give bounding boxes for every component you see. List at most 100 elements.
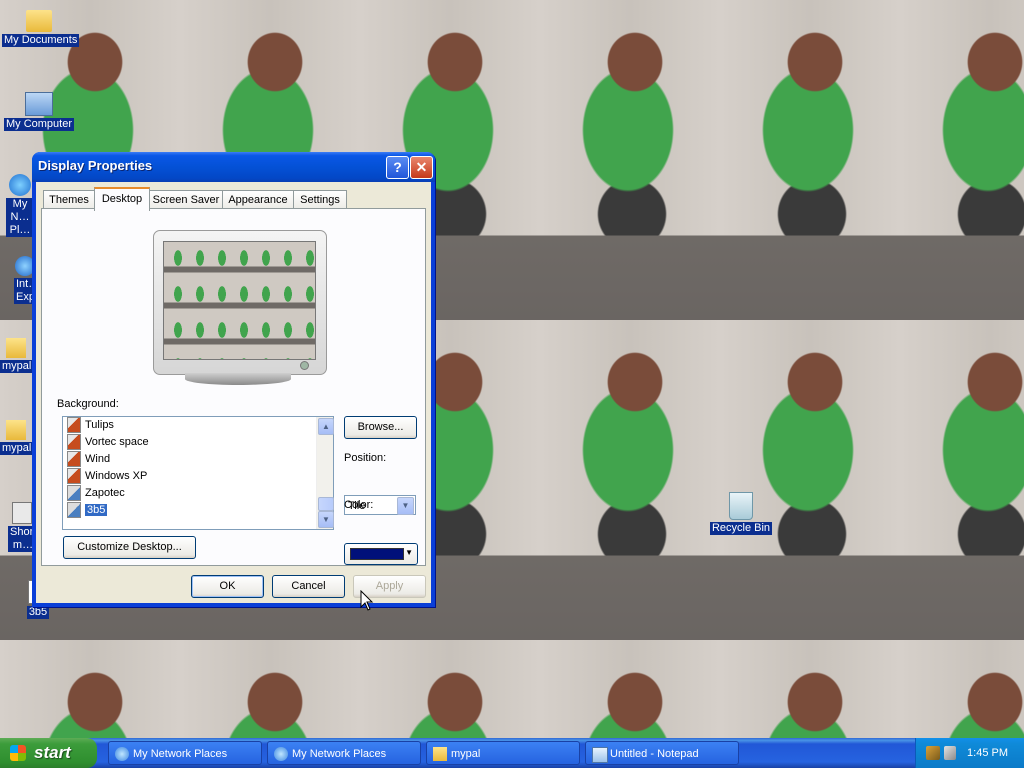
taskbar-item-notepad[interactable]: Untitled - Notepad (585, 741, 739, 765)
button-label: Apply (375, 580, 404, 592)
list-item[interactable]: Zapotec (67, 485, 125, 502)
color-picker-button[interactable]: ▼ (344, 543, 418, 565)
clock[interactable]: 1:45 PM (967, 738, 1008, 768)
desktop-icon-mypal-1[interactable]: mypal… (0, 332, 45, 373)
desktop-icon-label: Recycle Bin (709, 522, 773, 535)
position-label: Position: (344, 452, 387, 464)
folder-icon (26, 10, 52, 32)
browse-button[interactable]: Browse... (344, 416, 417, 439)
power-led-icon (300, 361, 309, 370)
tab-themes[interactable]: Themes (43, 190, 95, 209)
tab-label: Appearance (228, 194, 288, 206)
tab-label: Screen Saver (152, 194, 220, 206)
list-item[interactable]: Wind (67, 451, 110, 468)
list-item[interactable]: Tulips (67, 417, 114, 434)
list-item-label: Vortec space (85, 436, 149, 448)
task-label: My Network Places (292, 748, 387, 760)
window-title: Display Properties (38, 158, 153, 173)
list-item-label: Windows XP (85, 470, 148, 482)
scroll-down-icon[interactable]: ▼ (318, 511, 334, 528)
ok-button[interactable]: OK (191, 575, 264, 598)
button-label: Cancel (291, 580, 326, 592)
list-item[interactable]: Vortec space (67, 434, 149, 451)
cancel-button[interactable]: Cancel (272, 575, 345, 598)
list-item[interactable]: 3b5 (67, 502, 109, 519)
tab-label: Themes (49, 194, 89, 206)
task-label: Untitled - Notepad (610, 748, 699, 760)
scroll-up-icon[interactable]: ▲ (318, 418, 334, 435)
scroll-thumb[interactable] (318, 497, 334, 511)
chevron-down-icon[interactable]: ▼ (397, 497, 414, 515)
desktop-icon-my-computer[interactable]: My Computer (2, 86, 76, 131)
desktop-icon-my-network-places[interactable]: My N… Pl… (6, 168, 34, 237)
tab-settings[interactable]: Settings (293, 190, 347, 209)
taskbar-item-mypal[interactable]: mypal (426, 741, 580, 765)
tab-appearance[interactable]: Appearance (222, 190, 294, 209)
network-icon (115, 747, 129, 761)
button-label: Browse... (357, 421, 404, 433)
start-label: start (34, 743, 71, 762)
taskbar: start My Network Places My Network Place… (0, 738, 1024, 768)
display-properties-window: Display Properties ? ✕ Themes Desktop Sc… (32, 152, 435, 607)
notepad-icon (592, 747, 608, 763)
tab-screen-saver[interactable]: Screen Saver (149, 190, 223, 209)
tab-desktop[interactable]: Desktop (94, 187, 150, 211)
close-icon: ✕ (415, 159, 428, 175)
button-label: Customize Desktop... (77, 541, 182, 553)
list-item[interactable]: Windows XP (67, 468, 147, 485)
desktop-icon-my-documents[interactable]: My Documents (2, 4, 80, 47)
list-item-label: Tulips (85, 419, 114, 431)
windows-logo-icon (10, 745, 26, 761)
desktop-icon-label: My Documents (2, 34, 80, 47)
customize-desktop-button[interactable]: Customize Desktop... (63, 536, 196, 559)
image-file-icon (67, 417, 81, 434)
shortcut-icon (12, 502, 32, 524)
desktop-tab-panel: Background: Tulips Vortec space Wind Win… (41, 208, 426, 566)
volume-icon[interactable] (944, 746, 956, 760)
list-item-label: Zapotec (85, 487, 125, 499)
title-bar[interactable]: Display Properties ? ✕ (32, 152, 435, 182)
tab-label: Settings (300, 194, 340, 206)
mypal-icon (6, 420, 26, 440)
vertical-scrollbar[interactable]: ▲ ▼ (316, 417, 334, 529)
desktop-icon-mypal-2[interactable]: mypal… (0, 414, 45, 455)
list-item-label: Wind (85, 453, 111, 465)
image-file-icon (67, 468, 81, 485)
background-label: Background: (57, 398, 119, 410)
task-label: mypal (451, 748, 481, 760)
start-button[interactable]: start (0, 738, 97, 768)
chevron-down-icon: ▼ (405, 548, 413, 557)
desktop-icon-label: My Computer (3, 118, 75, 131)
button-label: OK (219, 580, 236, 592)
monitor-preview (153, 230, 327, 375)
color-label: Color: (344, 499, 374, 511)
image-file-icon (67, 502, 81, 519)
tab-label: Desktop (101, 193, 143, 205)
network-icon (9, 174, 31, 196)
recycle-bin-icon (729, 492, 753, 520)
task-label: My Network Places (133, 748, 228, 760)
computer-icon (25, 92, 53, 116)
color-swatch (350, 548, 404, 560)
image-file-icon (67, 485, 81, 502)
help-button[interactable]: ? (386, 156, 409, 179)
mouse-pointer-icon (360, 590, 374, 611)
monitor-stand (185, 373, 291, 385)
help-icon: ? (393, 159, 402, 175)
image-file-icon (67, 451, 81, 468)
wallpaper-preview (163, 241, 316, 360)
folder-icon (433, 747, 447, 761)
list-item-label: 3b5 (83, 503, 109, 517)
image-file-icon (67, 434, 81, 451)
taskbar-item-my-network-places-1[interactable]: My Network Places (108, 741, 262, 765)
close-button[interactable]: ✕ (410, 156, 433, 179)
background-listbox[interactable]: Tulips Vortec space Wind Windows XP Zapo… (62, 416, 334, 530)
desktop-icon-recycle-bin[interactable]: Recycle Bin (706, 492, 776, 535)
desktop-icon-label: My N… Pl… (6, 198, 34, 237)
taskbar-item-my-network-places-2[interactable]: My Network Places (267, 741, 421, 765)
tray-app-icon[interactable] (926, 746, 940, 760)
dialog-client-area: Themes Desktop Screen Saver Appearance S… (36, 182, 431, 603)
network-icon (274, 747, 288, 761)
system-tray: 1:45 PM (915, 738, 1024, 768)
mypal-icon (6, 338, 26, 358)
